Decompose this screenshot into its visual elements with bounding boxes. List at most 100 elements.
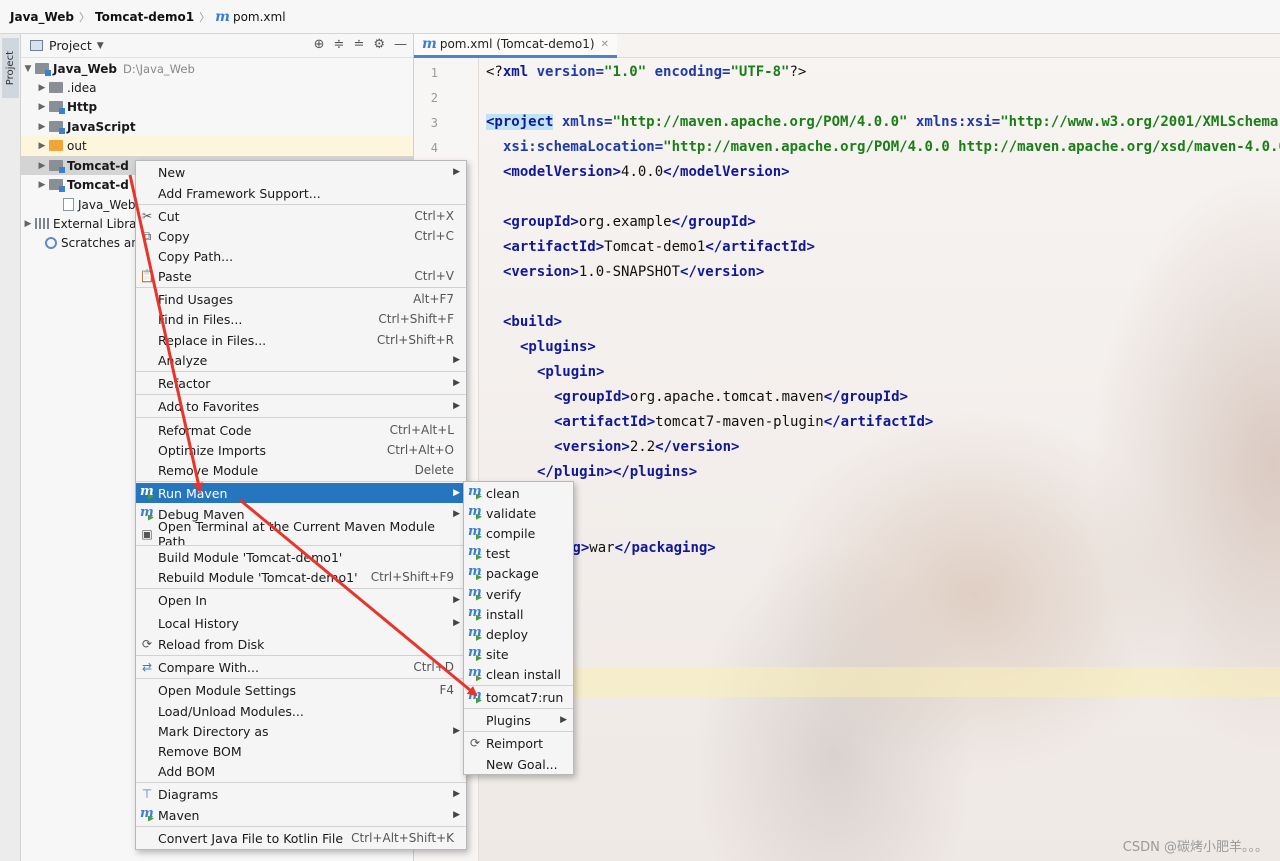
maven-goal-deploy[interactable]: deploy bbox=[464, 624, 573, 644]
menu-item-convert-java-file-to-kotlin-file[interactable]: Convert Java File to Kotlin File Ctrl+Alt… bbox=[136, 828, 466, 848]
menu-item-copy[interactable]: ⧉ Copy Ctrl+C bbox=[136, 226, 466, 246]
tree-item-root[interactable]: ▼ Java_Web D:\Java_Web bbox=[21, 59, 413, 78]
menu-item-analyze[interactable]: Analyze ▶ bbox=[136, 350, 466, 370]
project-panel-title[interactable]: Project bbox=[49, 38, 92, 53]
code-token: war bbox=[589, 540, 615, 556]
chevron-down-icon[interactable]: ▼ bbox=[97, 41, 104, 51]
maven-goal-compile[interactable]: compile bbox=[464, 523, 573, 543]
menu-item-label: Replace in Files... bbox=[158, 332, 267, 348]
collapse-all-icon[interactable]: ≐ bbox=[353, 37, 364, 52]
hide-icon[interactable]: — bbox=[394, 37, 407, 52]
menu-item-optimize-imports[interactable]: Optimize Imports Ctrl+Alt+O bbox=[136, 440, 466, 460]
breadcrumb-module[interactable]: Tomcat-demo1 bbox=[95, 10, 194, 24]
menu-item-paste[interactable]: 📋 Paste Ctrl+V bbox=[136, 266, 466, 286]
menu-item-open-terminal-at-the-current-maven-module-path[interactable]: ▣ Open Terminal at the Current Maven Modu… bbox=[136, 519, 466, 549]
menu-item-label: Load/Unload Modules... bbox=[158, 703, 304, 719]
menu-item-label: Reimport bbox=[486, 735, 544, 751]
tree-item-javascript[interactable]: ▶ JavaScript bbox=[21, 117, 413, 136]
menu-item-new[interactable]: New ▶ bbox=[136, 162, 466, 182]
menu-item-compare-with[interactable]: ⇄ Compare With... Ctrl+D bbox=[136, 657, 466, 677]
menu-item-mark-directory-as[interactable]: Mark Directory as ▶ bbox=[136, 721, 466, 741]
maven-goal-package[interactable]: package bbox=[464, 564, 573, 584]
menu-item-label: Open Module Settings bbox=[158, 682, 297, 698]
maven-goal-clean-install[interactable]: clean install bbox=[464, 665, 573, 685]
chevron-right-icon[interactable]: ▶ bbox=[35, 122, 49, 132]
menu-item-add-bom[interactable]: Add BOM bbox=[136, 761, 466, 781]
code-token: <build> bbox=[503, 314, 563, 330]
maven-goal-validate[interactable]: validate bbox=[464, 503, 573, 523]
menu-item-diagrams[interactable]: ⊤ Diagrams ▶ bbox=[136, 784, 466, 804]
maven-goal-clean[interactable]: clean bbox=[464, 483, 573, 503]
gear-icon[interactable]: ⚙ bbox=[373, 37, 385, 52]
breadcrumb-file[interactable]: pom.xml bbox=[233, 10, 286, 24]
locate-icon[interactable]: ⊕ bbox=[314, 37, 325, 52]
menu-item-local-history[interactable]: Local History ▶ bbox=[136, 613, 466, 633]
tree-item-label: Java_Web bbox=[53, 61, 118, 76]
tree-item-http[interactable]: ▶ Http bbox=[21, 97, 413, 116]
menu-item-replace-in-files[interactable]: Replace in Files... Ctrl+Shift+R bbox=[136, 330, 466, 350]
menu-item-label: Build Module 'Tomcat-demo1' bbox=[158, 549, 343, 565]
menu-item-label: Remove Module bbox=[158, 462, 259, 478]
menu-item-build-module-tomcat-demo1[interactable]: Build Module 'Tomcat-demo1' bbox=[136, 547, 466, 567]
menu-item-find-usages[interactable]: Find Usages Alt+F7 bbox=[136, 289, 466, 309]
maven-plugins-item[interactable]: Plugins ▶ bbox=[464, 710, 573, 730]
breadcrumb-project[interactable]: Java_Web bbox=[10, 10, 74, 24]
chevron-right-icon[interactable]: ▶ bbox=[35, 161, 49, 171]
tree-item-out[interactable]: ▶ out bbox=[21, 136, 413, 155]
maven-goal-install[interactable]: install bbox=[464, 604, 573, 624]
menu-item-rebuild-module-tomcat-demo1[interactable]: Rebuild Module 'Tomcat-demo1' Ctrl+Shift+… bbox=[136, 567, 466, 587]
code-line-packaging: ng>war</packaging> bbox=[564, 540, 716, 556]
maven-goal-label: package bbox=[486, 566, 539, 582]
maven-goal-test[interactable]: test bbox=[464, 544, 573, 564]
chevron-right-icon[interactable]: ▶ bbox=[35, 83, 49, 93]
maven-goal-icon bbox=[464, 688, 486, 704]
maven-goal-tomcat7-run[interactable]: tomcat7:run bbox=[464, 687, 573, 707]
chevron-right-icon[interactable]: ▶ bbox=[35, 102, 49, 112]
folder-icon bbox=[49, 82, 63, 93]
maven-goal-label: compile bbox=[486, 525, 536, 541]
code-token: </modelVersion> bbox=[663, 164, 790, 180]
run-maven-submenu: clean validate compile test package verify ins… bbox=[463, 481, 574, 775]
menu-item-add-framework-support[interactable]: Add Framework Support... bbox=[136, 183, 466, 203]
code-token: </groupId> bbox=[823, 389, 909, 405]
close-icon[interactable]: ✕ bbox=[601, 39, 609, 50]
maven-goal-icon bbox=[464, 625, 486, 641]
maven-goal-icon bbox=[464, 645, 486, 661]
chevron-right-icon[interactable]: ▶ bbox=[21, 219, 35, 229]
menu-item-maven[interactable]: Maven ▶ bbox=[136, 805, 466, 825]
menu-item-remove-module[interactable]: Remove Module Delete bbox=[136, 460, 466, 480]
chevron-right-icon[interactable]: ▶ bbox=[35, 141, 49, 151]
code-token: <project bbox=[486, 114, 554, 130]
menu-separator bbox=[136, 545, 466, 546]
menu-item-reformat-code[interactable]: Reformat Code Ctrl+Alt+L bbox=[136, 420, 466, 440]
menu-item-cut[interactable]: ✂ Cut Ctrl+X bbox=[136, 206, 466, 226]
menu-item-remove-bom[interactable]: Remove BOM bbox=[136, 741, 466, 761]
project-tool-tab[interactable]: Project bbox=[2, 38, 19, 98]
maven-goal-site[interactable]: site bbox=[464, 645, 573, 665]
menu-item-open-module-settings[interactable]: Open Module Settings F4 bbox=[136, 680, 466, 700]
menu-item-reload-from-disk[interactable]: ⟳ Reload from Disk bbox=[136, 634, 466, 654]
menu-item-find-in-files[interactable]: Find in Files... Ctrl+Shift+F bbox=[136, 309, 466, 329]
menu-separator bbox=[136, 204, 466, 205]
maven-new-goal-item[interactable]: New Goal... bbox=[464, 754, 573, 774]
maven-goal-icon bbox=[464, 665, 486, 681]
expand-all-icon[interactable]: ≑ bbox=[334, 37, 345, 52]
chevron-right-icon[interactable]: ▶ bbox=[35, 180, 49, 190]
tree-item-idea[interactable]: ▶ .idea bbox=[21, 78, 413, 97]
menu-item-shortcut: Ctrl+Alt+L bbox=[389, 423, 454, 437]
menu-item-copy-path[interactable]: Copy Path... bbox=[136, 246, 466, 266]
maven-reimport-item[interactable]: ⟳ Reimport bbox=[464, 733, 573, 753]
maven-goal-verify[interactable]: verify bbox=[464, 584, 573, 604]
menu-item-run-maven[interactable]: Run Maven ▶ bbox=[136, 483, 466, 503]
menu-item-add-to-favorites[interactable]: Add to Favorites ▶ bbox=[136, 396, 466, 416]
editor-tab-pom[interactable]: m pom.xml (Tomcat-demo1) ✕ bbox=[414, 34, 617, 58]
menu-item-label: New bbox=[158, 164, 186, 180]
menu-item-open-in[interactable]: Open In ▶ bbox=[136, 590, 466, 610]
menu-item-load-unload-modules[interactable]: Load/Unload Modules... bbox=[136, 701, 466, 721]
menu-item-refactor[interactable]: Refactor ▶ bbox=[136, 373, 466, 393]
code-line-17: </plugin></plugins> bbox=[537, 464, 697, 480]
paste-icon: 📋 bbox=[139, 269, 155, 283]
menu-separator bbox=[464, 685, 573, 686]
chevron-down-icon[interactable]: ▼ bbox=[21, 64, 35, 74]
menu-item-label: Remove BOM bbox=[158, 743, 242, 759]
